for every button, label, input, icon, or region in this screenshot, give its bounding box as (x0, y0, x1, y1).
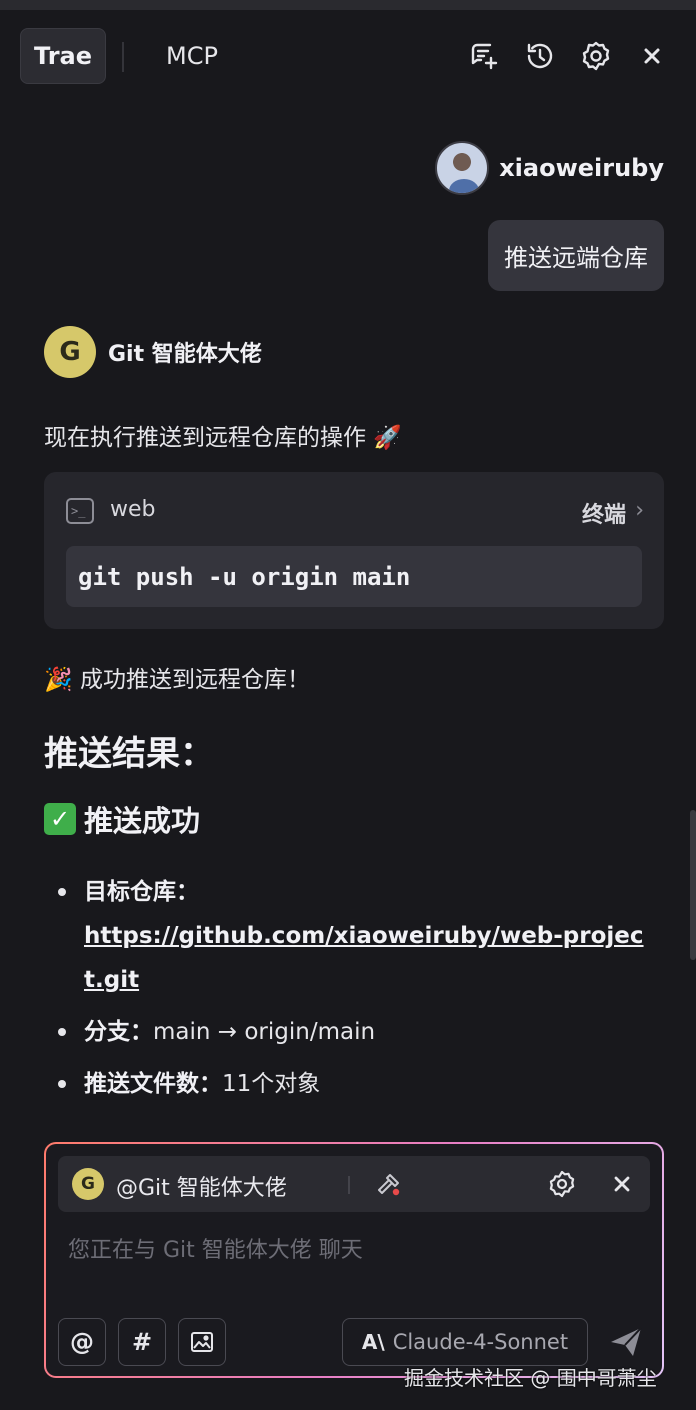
agent-chip-avatar: G (72, 1168, 104, 1200)
username: xiaoweiruby (499, 154, 664, 182)
image-icon (191, 1332, 213, 1352)
list-item: 推送文件数：11个对象 (58, 1062, 658, 1106)
user-message-header: xiaoweiruby (435, 140, 664, 196)
history-icon[interactable] (522, 38, 558, 74)
new-chat-icon[interactable] (466, 38, 502, 74)
agent-chip-name: @Git 智能体大佬 (116, 1176, 287, 1201)
agent-intro-text: 现在执行推送到远程仓库的操作 🚀 (44, 425, 402, 451)
chip-divider (348, 1176, 350, 1194)
mention-button[interactable]: @ (58, 1318, 106, 1366)
settings-icon[interactable] (578, 38, 614, 74)
agent-message-header: G Git 智能体大佬 (44, 326, 262, 378)
agent-avatar: G (44, 326, 96, 378)
branch-label: 分支： (84, 1019, 153, 1045)
panel-header: Trae MCP (0, 10, 696, 102)
agent-settings-icon[interactable] (546, 1168, 578, 1200)
check-icon: ✓ (44, 803, 76, 835)
success-text: 🎉 成功推送到远程仓库！ (44, 667, 310, 693)
branch-value: main → origin/main (153, 1019, 376, 1045)
agent-chip[interactable]: G @Git 智能体大佬 (58, 1156, 650, 1212)
result-subheading: ✓ 推送成功 (44, 798, 200, 840)
chevron-right-icon[interactable]: › (635, 498, 644, 523)
send-icon[interactable] (606, 1322, 646, 1362)
files-label: 推送文件数： (84, 1071, 222, 1097)
message-input[interactable]: 您正在与 Git 智能体大佬 聊天 (68, 1232, 363, 1264)
remove-agent-icon[interactable] (606, 1168, 638, 1200)
anthropic-logo-icon: A\ (361, 1330, 385, 1354)
model-selector[interactable]: A\ Claude-4-Sonnet (342, 1318, 588, 1366)
close-icon[interactable] (634, 38, 670, 74)
tab-mcp[interactable]: MCP (140, 28, 244, 84)
user-avatar (435, 141, 490, 195)
terminal-icon: >_ (66, 498, 94, 524)
tab-divider (122, 42, 124, 72)
tab-trae[interactable]: Trae (20, 28, 106, 84)
image-upload-button[interactable] (178, 1318, 226, 1366)
repo-link[interactable]: https://github.com/xiaoweiruby/web-proje… (84, 923, 644, 993)
list-item: 目标仓库： https://github.com/xiaoweiruby/web… (58, 870, 658, 1002)
files-value: 11个对象 (222, 1071, 321, 1097)
result-list: 目标仓库： https://github.com/xiaoweiruby/web… (58, 870, 658, 1106)
result-subheading-text: 推送成功 (84, 804, 201, 838)
composer-body: G @Git 智能体大佬 您正在与 Git 智能体大佬 聊天 @ # A\ Cl… (46, 1144, 662, 1376)
chat-composer: G @Git 智能体大佬 您正在与 Git 智能体大佬 聊天 @ # A\ Cl… (44, 1142, 664, 1378)
open-terminal-link[interactable]: 终端 (582, 497, 626, 529)
result-heading: 推送结果： (44, 734, 214, 774)
window-top-edge (0, 0, 696, 10)
terminal-label: web (110, 497, 156, 522)
user-message-bubble: 推送远端仓库 (488, 220, 664, 291)
repo-label: 目标仓库： (84, 879, 199, 905)
terminal-card: >_ web 终端 › git push -u origin main (44, 472, 664, 629)
list-item: 分支：main → origin/main (58, 1010, 658, 1054)
agent-name: Git 智能体大佬 (108, 342, 262, 367)
context-button[interactable]: # (118, 1318, 166, 1366)
hammer-icon[interactable] (374, 1169, 404, 1199)
scrollbar[interactable] (690, 810, 696, 960)
watermark-text: 掘金技术社区 @ 围中哥萧尘 (404, 1366, 657, 1390)
terminal-command: git push -u origin main (66, 546, 642, 607)
model-name: Claude-4-Sonnet (392, 1330, 569, 1354)
